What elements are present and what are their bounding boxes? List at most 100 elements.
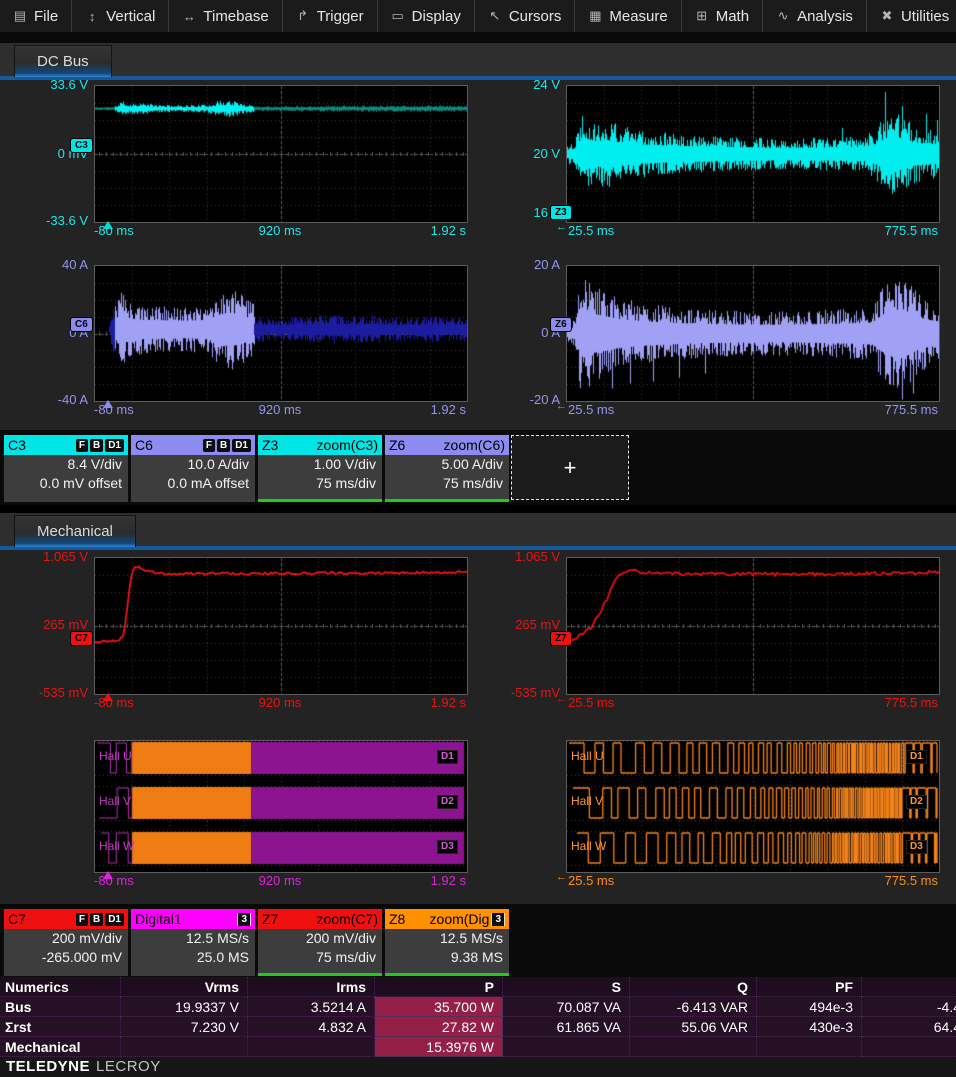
descriptor-z3[interactable]: Z3 zoom(C3) 1.00 V/div 75 ms/div [257, 434, 383, 503]
waveform-canvas-c6 [95, 266, 467, 401]
value-rst-pf: 430e-3 [757, 1017, 862, 1037]
channel-tag-z3[interactable]: Z3 [550, 205, 572, 220]
value-mech-vrms [121, 1037, 248, 1057]
x-axis-label: 1.92 s [386, 874, 466, 888]
channel-tag-c3[interactable]: C3 [70, 138, 93, 153]
badge-f: F [76, 439, 88, 452]
column-header-extra [862, 977, 956, 997]
zoom-start-arrow-icon: ← [556, 222, 567, 233]
descriptor-z8[interactable]: Z8 zoom(Dig3 12.5 MS/s 9.38 MS [384, 908, 510, 977]
brand-logo: TELEDYNELECROY [0, 1057, 956, 1077]
zoom-source-label: zoom(C3) [317, 437, 378, 453]
record-length-value: 9.38 MS [385, 948, 509, 967]
badge-b: B [217, 439, 230, 452]
channel-name: Digital1 [135, 911, 182, 927]
channel-tag-c7[interactable]: C7 [70, 631, 93, 646]
waveform-grid-z7[interactable] [566, 557, 940, 695]
x-axis-label: 920 ms [230, 696, 330, 710]
tab-dc-bus[interactable]: DC Bus [14, 45, 112, 77]
zoom-source-label: zoom(Dig [430, 911, 490, 927]
waveform-grid-z6[interactable] [566, 265, 940, 402]
zoom-source-label: zoom(C7) [317, 911, 378, 927]
waveform-canvas-z6 [567, 266, 939, 401]
scale-value: 5.00 A/div [385, 455, 509, 474]
digital-grid-right[interactable] [566, 740, 940, 873]
trigger-marker-icon[interactable] [103, 871, 113, 879]
waveform-grid-z3[interactable] [566, 85, 940, 223]
badge-f: F [76, 913, 88, 926]
tab-mechanical[interactable]: Mechanical [14, 515, 136, 547]
menu-item-measure[interactable]: ▦ Measure [575, 0, 681, 32]
descriptor-z6[interactable]: Z6 zoom(C6) 5.00 A/div 75 ms/div [384, 434, 510, 503]
x-axis-label: 1.92 s [386, 224, 466, 238]
descriptor-c3[interactable]: C3 FBD1 8.4 V/div 0.0 mV offset [3, 434, 129, 503]
value-bus-q: -6.413 VAR [630, 997, 757, 1017]
digital-line-label: Hall V [99, 795, 131, 808]
badge-d1: D1 [105, 913, 124, 926]
zoom-source-label: zoom(C6) [444, 437, 505, 453]
menu-item-display[interactable]: ▭Display [378, 0, 475, 32]
waveform-grid-c6[interactable] [94, 265, 468, 402]
column-header-vrms: Vrms [121, 977, 248, 997]
descriptor-c7[interactable]: C7 FBD1 200 mV/div -265.000 mV [3, 908, 129, 977]
x-axis-label: -80 ms [94, 874, 134, 888]
y-axis-label: 20 V [480, 147, 560, 161]
menu-item-vertical[interactable]: ↕Vertical [72, 0, 169, 32]
descriptor-digital1[interactable]: Digital1 3 12.5 MS/s 25.0 MS [130, 908, 256, 977]
analysis-chart-icon: ∿ [776, 8, 790, 24]
trigger-marker-icon[interactable] [103, 693, 113, 701]
x-axis-label: 920 ms [230, 403, 330, 417]
y-axis-label: 16 [480, 206, 548, 220]
descriptor-z7[interactable]: Z7 zoom(C7) 200 mV/div 75 ms/div [257, 908, 383, 977]
menu-item-math[interactable]: ⊞Math [682, 0, 763, 32]
measure-icon: ▦ [588, 8, 602, 24]
badge-b: B [90, 439, 103, 452]
zoom-start-arrow-icon: ← [556, 694, 567, 705]
trigger-flag-icon: ↱ [296, 8, 310, 24]
y-axis-label: 265 mV [480, 618, 560, 632]
channel-name: C3 [8, 437, 26, 453]
menu-item-cursors[interactable]: ↖Cursors [475, 0, 576, 32]
x-axis-label: 775.5 ms [838, 224, 938, 238]
cursor-icon: ↖ [488, 8, 502, 24]
utilities-tools-icon: ✖ [880, 8, 894, 24]
descriptor-c6[interactable]: C6 FBD1 10.0 A/div 0.0 mA offset [130, 434, 256, 503]
digital-badge-d2: D2 [906, 795, 927, 809]
scale-value: 200 mV/div [4, 929, 128, 948]
value-rst-irms: 4.832 A [248, 1017, 375, 1037]
offset-value: 0.0 mV offset [4, 474, 128, 493]
menu-item-trigger[interactable]: ↱Trigger [283, 0, 378, 32]
column-header-s: S [503, 977, 630, 997]
value-bus-vrms: 19.9337 V [121, 997, 248, 1017]
menu-label: Measure [609, 8, 667, 25]
zoom-active-underline [258, 973, 382, 976]
digital-grid-left[interactable] [94, 740, 468, 873]
scale-value: 1.00 V/div [258, 455, 382, 474]
waveform-grid-c3[interactable] [94, 85, 468, 223]
digital-badge-d1: D1 [437, 750, 458, 764]
waveform-grid-c7[interactable] [94, 557, 468, 695]
menu-item-analysis[interactable]: ∿Analysis [763, 0, 867, 32]
channel-name: C6 [135, 437, 153, 453]
brand-teledyne: TELEDYNE [6, 1058, 90, 1075]
digital-line-label: Hall U [99, 750, 132, 763]
row-label-sigma-rst: Σrst [0, 1017, 121, 1037]
menu-item-timebase[interactable]: ↔Timebase [169, 0, 282, 32]
trigger-marker-icon[interactable] [103, 221, 113, 229]
dc-bus-tab-bar: DC Bus [0, 43, 956, 80]
x-axis-label: 920 ms [230, 874, 330, 888]
sample-rate-value: 12.5 MS/s [385, 929, 509, 948]
channel-tag-z7[interactable]: Z7 [550, 631, 572, 646]
spacer [0, 32, 956, 43]
channel-tag-z6[interactable]: Z6 [550, 317, 572, 332]
value-rst-extra: 64.4 [862, 1017, 956, 1037]
menu-item-utilities[interactable]: ✖Utilities [867, 0, 956, 32]
x-axis-label: 1.92 s [386, 403, 466, 417]
menu-item-file[interactable]: ▤File [0, 0, 72, 32]
channel-tag-c6[interactable]: C6 [70, 317, 93, 332]
channel-name: Z3 [262, 437, 278, 453]
y-axis-label: -20 A [480, 393, 560, 407]
add-trace-button[interactable]: + [511, 435, 629, 500]
y-axis-label: 20 A [480, 258, 560, 272]
trigger-marker-icon[interactable] [103, 400, 113, 408]
